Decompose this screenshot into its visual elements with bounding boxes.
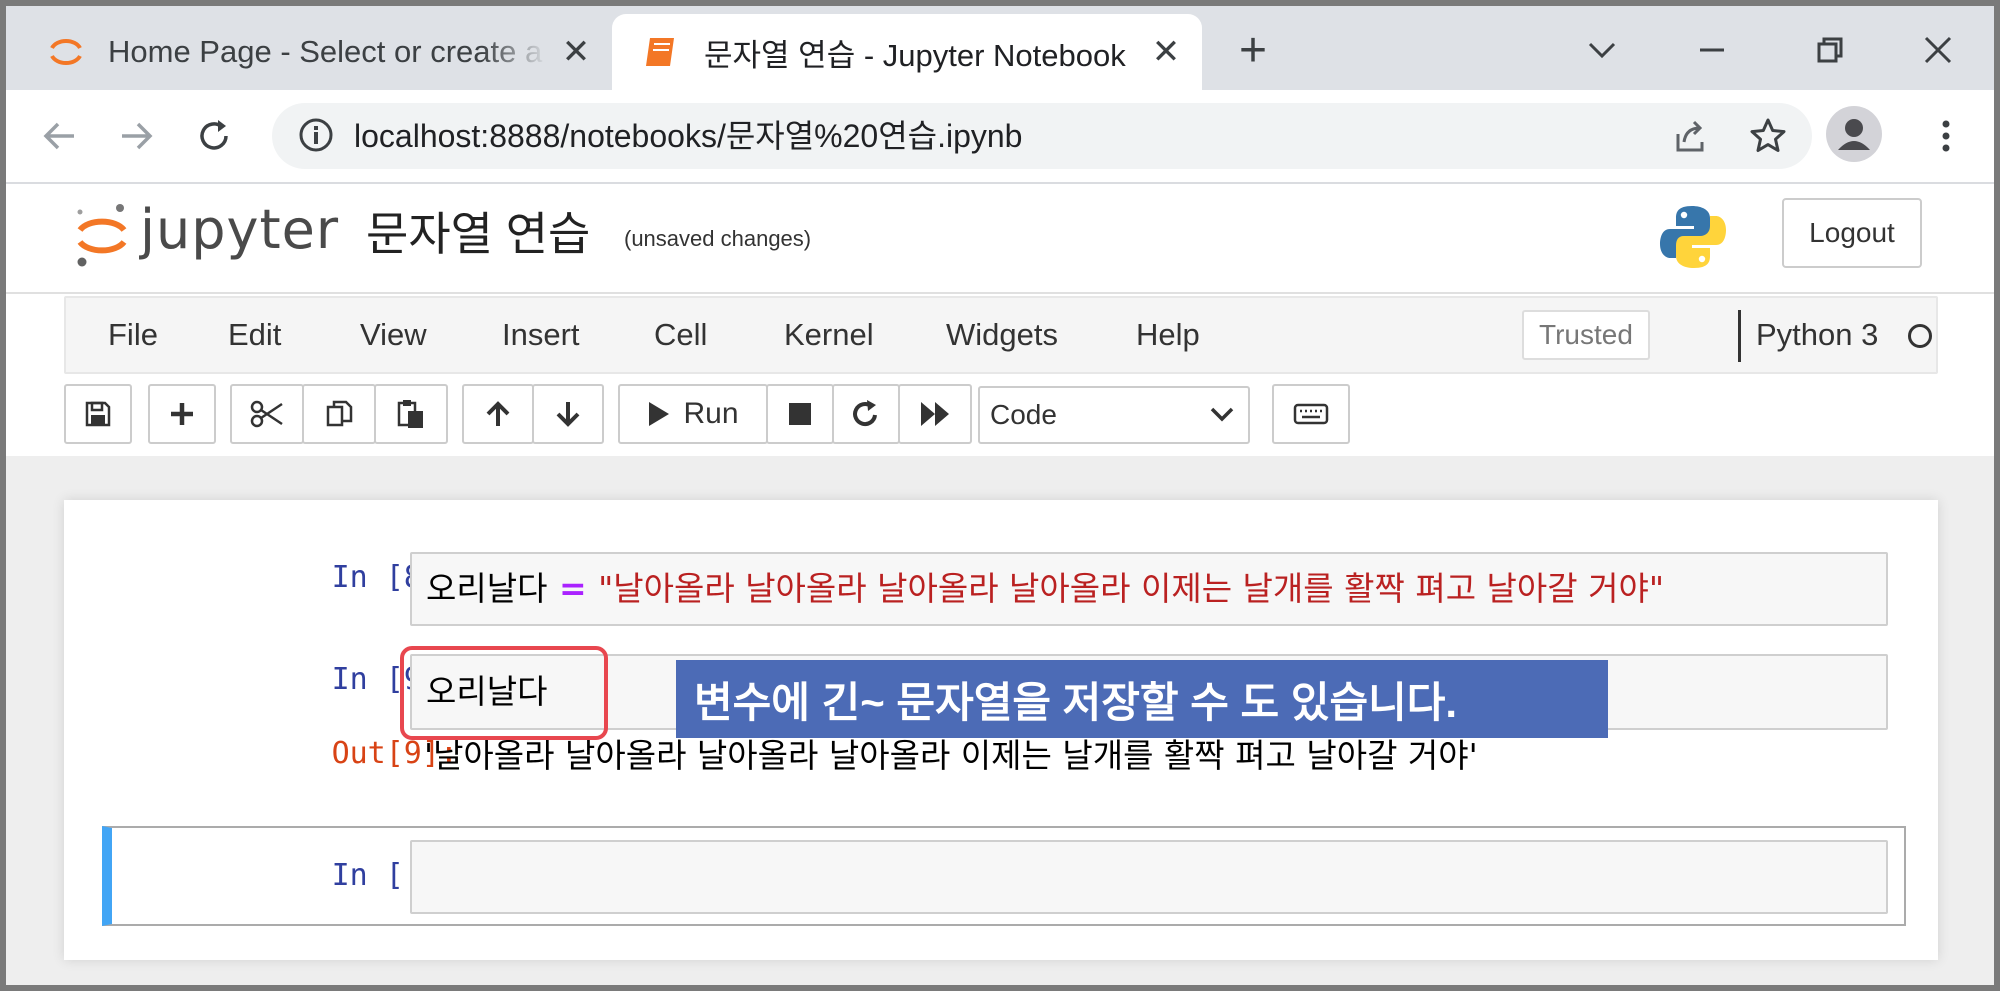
menu-view[interactable]: View bbox=[360, 298, 427, 372]
site-info-icon[interactable] bbox=[298, 117, 334, 153]
notebook-container: In [8]: 오리날다 = "날아올라 날아올라 날아올라 날아올라 이제는 … bbox=[64, 500, 1938, 960]
browser-toolbar: localhost:8888/notebooks/문자열%20연습.ipynb bbox=[6, 90, 1994, 184]
tab-home-page[interactable]: Home Page - Select or create a notebook … bbox=[6, 14, 612, 90]
restart-icon bbox=[853, 400, 877, 426]
forward-button[interactable] bbox=[112, 112, 160, 160]
chevron-down-icon bbox=[1210, 407, 1234, 422]
tab-strip: Home Page - Select or create a notebook … bbox=[6, 6, 1994, 90]
code-variable: 오리날다 bbox=[426, 569, 548, 608]
cell-type-value: Code bbox=[990, 399, 1057, 430]
save-button[interactable] bbox=[64, 384, 132, 444]
move-up-button[interactable] bbox=[462, 384, 534, 444]
profile-avatar-icon[interactable] bbox=[1826, 106, 1882, 162]
menu-edit[interactable]: Edit bbox=[228, 298, 281, 372]
notebook-name[interactable]: 문자열 연습 bbox=[366, 198, 590, 264]
jupyter-logo-icon[interactable] bbox=[72, 200, 132, 270]
browser-menu-icon[interactable] bbox=[1922, 112, 1970, 160]
keyboard-icon bbox=[1293, 403, 1329, 425]
reload-button[interactable] bbox=[190, 112, 238, 160]
browser-window: Home Page - Select or create a notebook … bbox=[6, 6, 1994, 985]
save-icon bbox=[85, 401, 111, 427]
highlight-box bbox=[400, 646, 608, 740]
cell-output-prompt: Out[9]: bbox=[331, 736, 458, 771]
bookmark-star-icon[interactable] bbox=[1744, 112, 1792, 160]
menu-file[interactable]: File bbox=[108, 298, 158, 372]
interrupt-kernel-button[interactable] bbox=[766, 384, 834, 444]
fast-forward-icon bbox=[921, 402, 949, 426]
restore-button[interactable] bbox=[1800, 20, 1860, 80]
paste-icon bbox=[397, 400, 423, 428]
notebook-menubar: File Edit View Insert Cell Kernel Widget… bbox=[64, 296, 1938, 374]
annotation-callout: 변수에 긴~ 문자열을 저장할 수 도 있습니다. bbox=[676, 660, 1608, 738]
code-cell-input[interactable]: 오리날다 = "날아올라 날아올라 날아올라 날아올라 이제는 날개를 활짝 펴… bbox=[410, 552, 1888, 626]
url-text[interactable]: localhost:8888/notebooks/문자열%20연습.ipynb bbox=[354, 103, 1022, 169]
menu-widgets[interactable]: Widgets bbox=[946, 298, 1058, 372]
minimize-button[interactable] bbox=[1682, 20, 1742, 80]
tab-search-chevron-icon[interactable] bbox=[1572, 20, 1632, 80]
play-icon bbox=[649, 402, 670, 426]
tab-title: Home Page - Select or create a notebook bbox=[108, 34, 548, 69]
jupyter-logo-text[interactable]: jupyter bbox=[140, 198, 339, 261]
arrow-down-icon bbox=[556, 402, 580, 427]
empty-code-cell-input[interactable] bbox=[410, 840, 1888, 914]
plus-icon bbox=[171, 403, 193, 425]
tab-notebook[interactable]: 문자열 연습 - Jupyter Notebook ✕ bbox=[612, 14, 1202, 90]
cell-type-select[interactable]: Code bbox=[978, 386, 1250, 444]
close-tab-icon[interactable]: ✕ bbox=[1148, 34, 1184, 70]
new-tab-button[interactable]: + bbox=[1228, 26, 1278, 76]
notebook-favicon-icon bbox=[646, 38, 674, 66]
stop-icon bbox=[789, 403, 811, 425]
trusted-indicator[interactable]: Trusted bbox=[1522, 310, 1650, 360]
scissors-icon bbox=[250, 400, 283, 428]
tab-title: 문자열 연습 - Jupyter Notebook bbox=[704, 37, 1126, 73]
cut-button[interactable] bbox=[230, 384, 304, 444]
insert-cell-button[interactable] bbox=[148, 384, 216, 444]
restart-kernel-button[interactable] bbox=[832, 384, 900, 444]
copy-button[interactable] bbox=[302, 384, 376, 444]
close-tab-icon[interactable]: ✕ bbox=[558, 34, 594, 70]
menu-cell[interactable]: Cell bbox=[654, 298, 707, 372]
code-string: "날아올라 날아올라 날아올라 날아올라 이제는 날개를 활짝 펴고 날아갈 거… bbox=[598, 569, 1665, 608]
jupyter-favicon-icon bbox=[50, 38, 82, 66]
jupyter-header: jupyter 문자열 연습 (unsaved changes) Logout bbox=[6, 184, 1994, 294]
copy-icon bbox=[326, 400, 353, 427]
close-window-button[interactable] bbox=[1908, 20, 1968, 80]
restart-run-all-button[interactable] bbox=[898, 384, 972, 444]
move-down-button[interactable] bbox=[532, 384, 604, 444]
run-label: Run bbox=[683, 397, 739, 430]
python-logo-icon bbox=[1660, 206, 1726, 268]
menu-help[interactable]: Help bbox=[1136, 298, 1200, 372]
arrow-up-icon bbox=[486, 401, 510, 426]
menu-kernel[interactable]: Kernel bbox=[784, 298, 874, 372]
menu-insert[interactable]: Insert bbox=[502, 298, 580, 372]
back-button[interactable] bbox=[36, 112, 84, 160]
kernel-separator bbox=[1738, 310, 1741, 362]
command-palette-button[interactable] bbox=[1272, 384, 1350, 444]
logout-button[interactable]: Logout bbox=[1782, 198, 1922, 268]
kernel-name[interactable]: Python 3 bbox=[1756, 298, 1878, 372]
kernel-idle-indicator-icon bbox=[1908, 324, 1932, 348]
save-status: (unsaved changes) bbox=[624, 226, 812, 251]
address-bar[interactable]: localhost:8888/notebooks/문자열%20연습.ipynb bbox=[272, 103, 1812, 169]
run-button[interactable]: Run bbox=[618, 384, 768, 444]
share-icon[interactable] bbox=[1666, 112, 1714, 160]
code-operator: = bbox=[547, 569, 599, 608]
paste-button[interactable] bbox=[374, 384, 448, 444]
